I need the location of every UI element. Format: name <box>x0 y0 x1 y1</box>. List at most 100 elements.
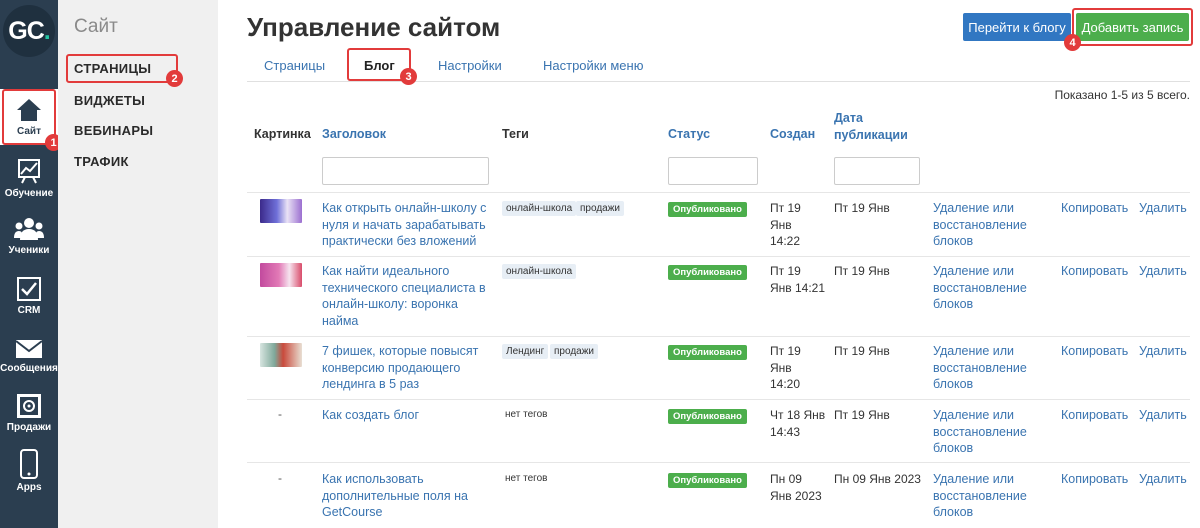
tab-pages[interactable]: Страницы <box>264 58 325 73</box>
post-title-line: Как создать блог <box>322 408 420 422</box>
column-image: Картинка <box>254 127 311 141</box>
post-thumbnail <box>260 199 302 223</box>
created-date: Пт 19 Янв 14:20 <box>770 343 801 393</box>
restore-blocks-link[interactable]: Удаление или восстановление блоков <box>933 407 1027 457</box>
highlight-pages <box>66 54 178 83</box>
title-filter-input[interactable] <box>322 157 489 185</box>
app: GC. Сайт Обучение Ученики CRM Сообщения … <box>0 0 1200 528</box>
page-title: Управление сайтом <box>247 12 501 42</box>
status-badge: Опубликовано <box>668 265 747 280</box>
tag-chip[interactable]: онлайн-школа <box>502 264 577 279</box>
rail-item-messages[interactable]: Сообщения <box>0 328 58 384</box>
submenu-item-widgets[interactable]: ВИДЖЕТЫ <box>74 93 145 108</box>
rail-item-students[interactable]: Ученики <box>0 208 58 264</box>
created-date: Пт 19 Янв 14:21 <box>770 263 825 296</box>
restore-line: восстановление <box>933 280 1027 295</box>
rail-label-crm: CRM <box>17 305 41 316</box>
column-published[interactable]: Дата публикации <box>834 110 908 144</box>
created-line: 14:20 <box>770 377 801 391</box>
tag-chip[interactable]: продажи <box>576 201 624 216</box>
restore-blocks-link[interactable]: Удаление или восстановление блоков <box>933 471 1027 521</box>
copy-link[interactable]: Копировать <box>1061 200 1128 217</box>
copy-link[interactable]: Копировать <box>1061 407 1128 424</box>
post-thumbnail <box>260 263 302 287</box>
post-title-line: Как открыть онлайн-школу с <box>322 201 487 215</box>
restore-blocks-link[interactable]: Удаление или восстановление блоков <box>933 200 1027 250</box>
restore-blocks-link[interactable]: Удаление или восстановление блоков <box>933 263 1027 313</box>
getcourse-logo[interactable]: GC. <box>3 5 55 57</box>
tab-settings[interactable]: Настройки <box>438 58 502 73</box>
rail-item-learning[interactable]: Обучение <box>0 150 58 206</box>
safe-icon <box>17 394 41 418</box>
delete-link[interactable]: Удалить <box>1139 343 1187 360</box>
delete-link[interactable]: Удалить <box>1139 200 1187 217</box>
post-title-line: конверсию продающего <box>322 360 461 375</box>
rail-item-apps[interactable]: Apps <box>0 443 58 499</box>
created-date: Пт 19 Янв 14:22 <box>770 200 801 250</box>
created-line: Янв 14:21 <box>770 280 826 295</box>
post-title-link[interactable]: Как создать блог <box>322 407 419 424</box>
published-filter-input[interactable] <box>834 157 920 185</box>
tabs-divider <box>247 81 1190 82</box>
tag-chip[interactable]: продажи <box>550 344 598 359</box>
delete-link[interactable]: Удалить <box>1139 263 1187 280</box>
go-to-blog-button[interactable]: Перейти к блогу <box>963 13 1071 41</box>
submenu-title: Сайт <box>74 16 118 37</box>
column-title[interactable]: Заголовок <box>322 126 386 143</box>
created-line: Янв <box>770 360 792 375</box>
created-date: Пн 09 Янв 2023 <box>770 471 822 504</box>
tag-chip[interactable]: онлайн-школа <box>502 201 577 216</box>
post-title-line: нуля и начать зарабатывать <box>322 217 486 232</box>
rail-item-crm[interactable]: CRM <box>0 268 58 324</box>
post-title-link[interactable]: Как использовать дополнительные поля на … <box>322 471 468 521</box>
restore-line: блоков <box>933 441 974 455</box>
copy-link[interactable]: Копировать <box>1061 471 1128 488</box>
created-line: Янв <box>770 217 792 232</box>
restore-line: блоков <box>933 297 974 311</box>
published-date: Пт 19 Янв <box>834 344 890 358</box>
chart-icon <box>18 159 40 184</box>
row-divider <box>247 336 1190 337</box>
status-badge: Опубликовано <box>668 473 747 488</box>
submenu-item-webinars[interactable]: ВЕБИНАРЫ <box>74 123 153 138</box>
status-badge: Опубликовано <box>668 409 747 424</box>
published-date: Пт 19 Янв <box>834 408 890 422</box>
tab-menu-settings[interactable]: Настройки меню <box>543 58 643 73</box>
highlight-add-post <box>1072 8 1193 46</box>
no-thumbnail: - <box>278 407 282 421</box>
delete-link[interactable]: Удалить <box>1139 471 1187 488</box>
column-published-line1: Дата <box>834 111 863 125</box>
post-title-line: онлайн-школу: воронка <box>322 297 458 311</box>
published-date: Пт 19 Янв <box>834 264 890 278</box>
created-line: Пт 19 <box>770 344 801 358</box>
restore-line: восстановление <box>933 424 1027 439</box>
delete-link[interactable]: Удалить <box>1139 407 1187 424</box>
no-tags-label: нет тегов <box>505 473 548 484</box>
rail-label-messages: Сообщения <box>0 363 58 374</box>
post-title-link[interactable]: Как найти идеального технического специа… <box>322 263 486 329</box>
row-divider <box>247 462 1190 463</box>
rail-item-sales[interactable]: Продажи <box>0 385 58 441</box>
published-date: Пт 19 Янв <box>834 201 890 215</box>
submenu-item-traffic[interactable]: ТРАФИК <box>74 154 129 169</box>
logo-text: GC <box>8 16 44 45</box>
copy-link[interactable]: Копировать <box>1061 263 1128 280</box>
copy-link[interactable]: Копировать <box>1061 343 1128 360</box>
status-filter-input[interactable] <box>668 157 758 185</box>
created-line: Чт 18 Янв <box>770 408 826 422</box>
restore-line: восстановление <box>933 488 1027 503</box>
restore-line: блоков <box>933 377 974 391</box>
row-divider <box>247 256 1190 257</box>
column-created[interactable]: Создан <box>770 126 815 143</box>
post-title-line: Как найти идеального <box>322 264 450 278</box>
restore-blocks-link[interactable]: Удаление или восстановление блоков <box>933 343 1027 393</box>
column-status[interactable]: Статус <box>668 126 710 143</box>
restore-line: Удаление или <box>933 264 1015 278</box>
rail-label-learning: Обучение <box>4 188 54 199</box>
status-badge: Опубликовано <box>668 202 747 217</box>
tag-chip[interactable]: Лендинг <box>502 344 549 359</box>
post-title-link[interactable]: Как открыть онлайн-школу с нуля и начать… <box>322 200 486 250</box>
post-title-link[interactable]: 7 фишек, которые повысят конверсию прода… <box>322 343 478 393</box>
created-line: 14:43 <box>770 424 801 439</box>
icon-rail: GC. Сайт Обучение Ученики CRM Сообщения … <box>0 0 58 528</box>
